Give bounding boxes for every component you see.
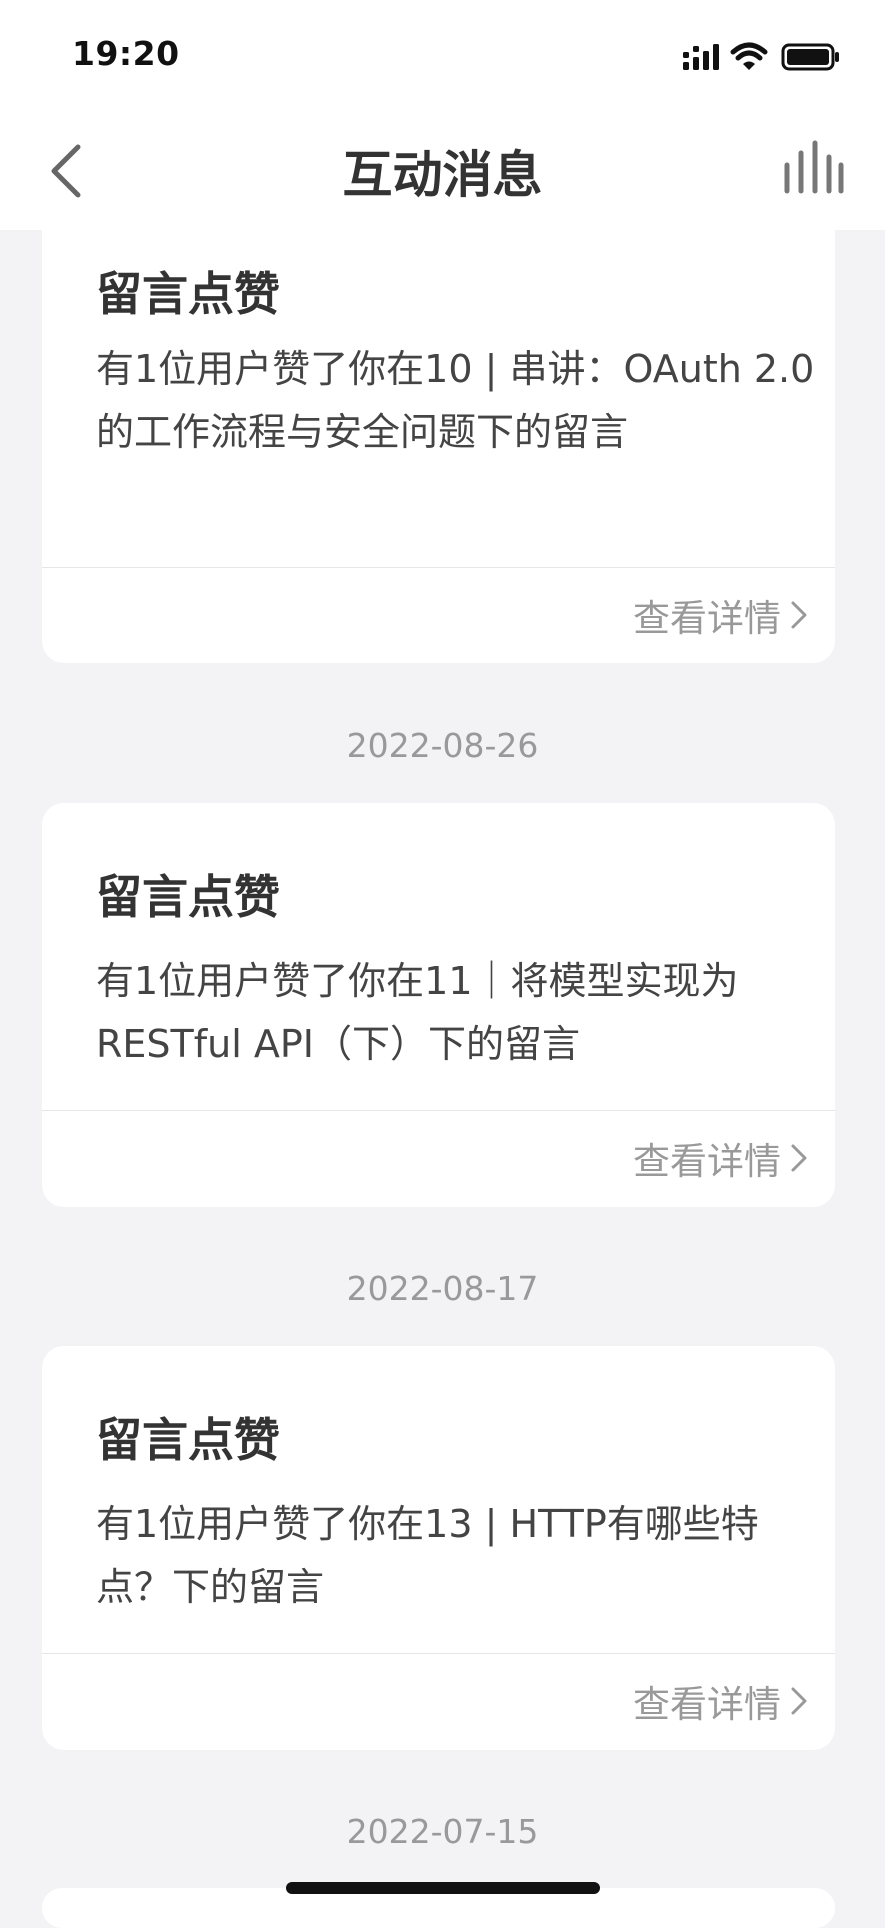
- card-divider: [42, 1110, 835, 1111]
- chevron-right-icon: [791, 1687, 807, 1715]
- page-title: 互动消息: [342, 146, 543, 204]
- status-icons: [683, 42, 839, 71]
- top-bar: 19:20 互动消息: [0, 0, 885, 230]
- stats-button[interactable]: [775, 135, 845, 201]
- view-details-link[interactable]: 查看详情: [633, 1671, 809, 1731]
- date-label: 2022-08-17: [346, 1269, 539, 1308]
- view-details-link[interactable]: 查看详情: [633, 585, 809, 645]
- message-card[interactable]: 留言点赞 有1位用户赞了你在13 | HTTP有哪些特点？下的留言 查看详情: [42, 1346, 835, 1750]
- message-card[interactable]: [42, 1888, 835, 1928]
- view-details-label: 查看详情: [633, 597, 781, 640]
- message-card[interactable]: 留言点赞 有1位用户赞了你在11｜将模型实现为RESTful API（下）下的留…: [42, 803, 835, 1207]
- card-divider: [42, 567, 835, 568]
- home-indicator: [286, 1882, 600, 1894]
- message-card[interactable]: 留言点赞 有1位用户赞了你在10 | 串讲：OAuth 2.0的工作流程与安全问…: [42, 180, 835, 663]
- view-details-label: 查看详情: [633, 1140, 781, 1183]
- card-body: 有1位用户赞了你在10 | 串讲：OAuth 2.0的工作流程与安全问题下的留言: [96, 347, 815, 454]
- signal-icon: [683, 44, 719, 70]
- card-body: 有1位用户赞了你在13 | HTTP有哪些特点？下的留言: [96, 1502, 759, 1609]
- chevron-right-icon: [791, 1144, 807, 1172]
- card-title: 留言点赞: [96, 870, 280, 924]
- date-label: 2022-08-26: [346, 726, 539, 765]
- wifi-icon: [730, 42, 768, 70]
- card-divider: [42, 1653, 835, 1654]
- battery-icon: [781, 43, 839, 71]
- view-details-link[interactable]: 查看详情: [633, 1128, 809, 1188]
- bar-chart-icon: [784, 140, 844, 194]
- date-label: 2022-07-15: [346, 1812, 539, 1851]
- view-details-label: 查看详情: [633, 1683, 781, 1726]
- card-title: 留言点赞: [96, 1413, 280, 1467]
- card-body: 有1位用户赞了你在11｜将模型实现为RESTful API（下）下的留言: [96, 959, 739, 1066]
- status-time: 19:20: [72, 34, 180, 73]
- chevron-right-icon: [791, 601, 807, 629]
- card-title: 留言点赞: [96, 267, 280, 321]
